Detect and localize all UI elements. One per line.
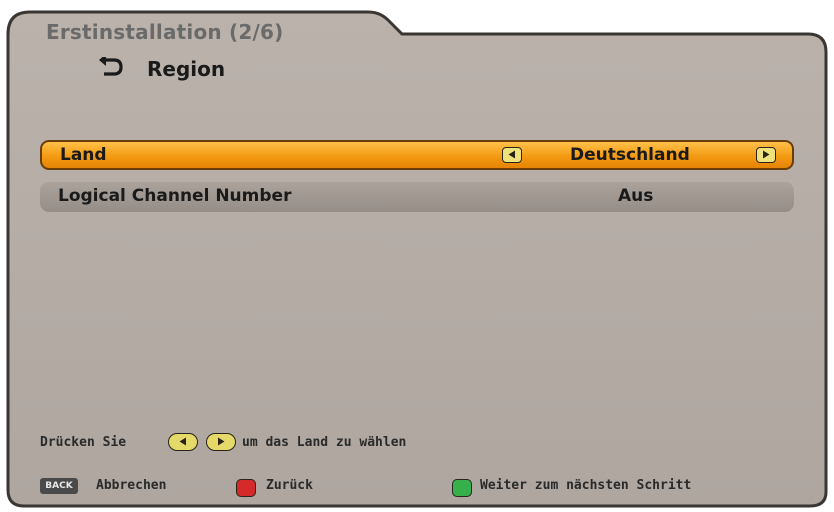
left-arrow-icon[interactable] — [502, 147, 522, 163]
section-title: Region — [147, 57, 226, 81]
cancel-label: Abbrechen — [96, 478, 167, 493]
right-arrow-icon[interactable] — [756, 147, 776, 163]
cancel-button[interactable]: BACK Abbrechen — [40, 476, 220, 498]
menu-row-label: Logical Channel Number — [58, 186, 292, 206]
left-key-icon — [168, 433, 198, 451]
next-step-button[interactable]: Weiter zum nächsten Schritt — [452, 476, 782, 498]
back-key-icon: BACK — [40, 478, 78, 494]
next-step-label: Weiter zum nächsten Schritt — [480, 478, 692, 493]
right-key-icon — [206, 433, 236, 451]
menu-row-land[interactable]: Land Deutschland — [40, 140, 794, 170]
page-title: Erstinstallation (2/6) — [46, 20, 284, 44]
return-arrow-icon — [99, 57, 123, 76]
hint-prefix: Drücken Sie — [40, 435, 127, 450]
green-key-icon — [452, 479, 472, 497]
menu-row-value: Deutschland — [570, 145, 690, 165]
hint-suffix: um das Land zu wählen — [242, 435, 407, 450]
menu-row-lcn[interactable]: Logical Channel Number Aus — [40, 182, 794, 212]
menu-row-label: Land — [60, 145, 107, 165]
back-button[interactable]: Zurück — [236, 476, 356, 498]
back-label: Zurück — [266, 478, 313, 493]
red-key-icon — [236, 479, 256, 497]
menu-row-value: Aus — [618, 186, 654, 206]
